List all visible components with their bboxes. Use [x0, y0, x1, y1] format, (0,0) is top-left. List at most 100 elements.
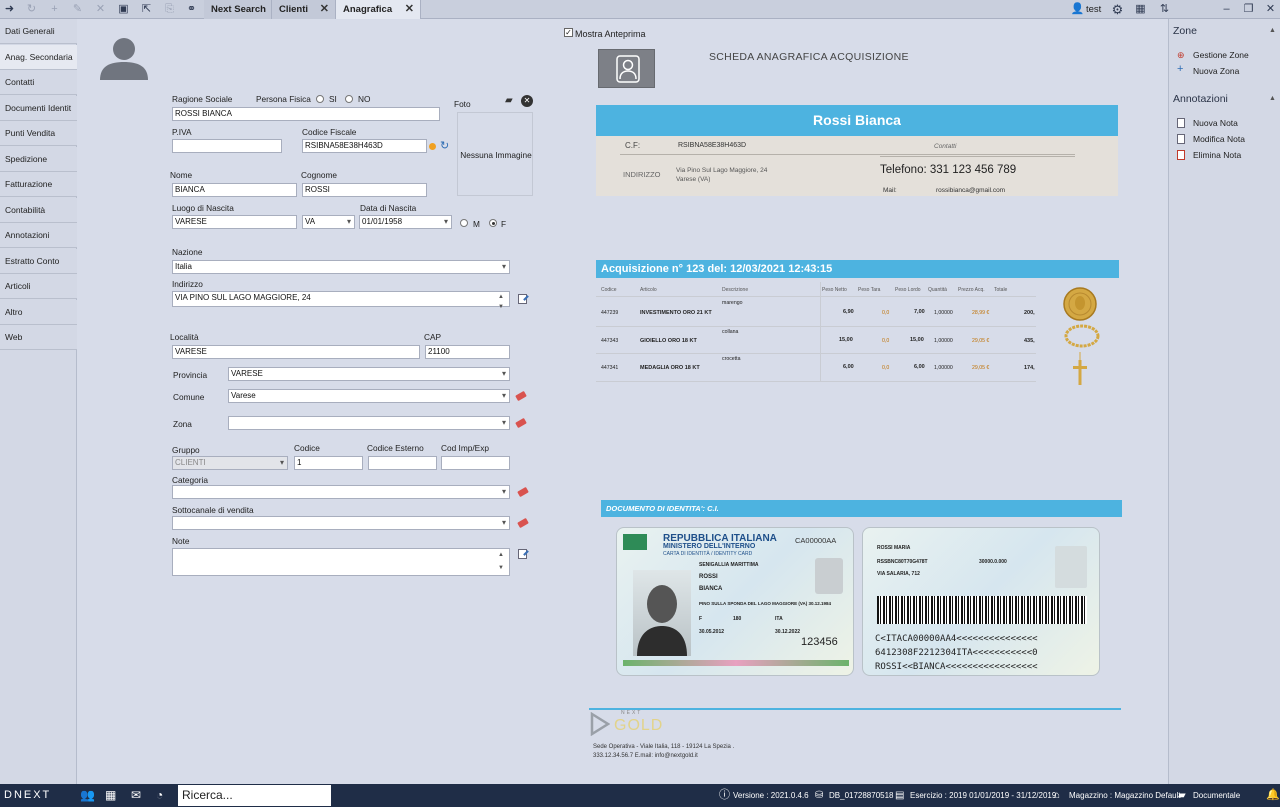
restore-icon[interactable]: ❐: [1241, 2, 1256, 17]
add-icon[interactable]: +: [47, 2, 62, 17]
mostra-anteprima-checkbox[interactable]: ✓: [564, 28, 573, 37]
nav-contatti[interactable]: Contatti: [0, 70, 77, 95]
user-icon[interactable]: 👤: [1070, 2, 1085, 17]
data-nascita-input[interactable]: 01/01/1958: [359, 215, 452, 229]
edit-note-icon[interactable]: [518, 549, 527, 559]
close-window-icon[interactable]: ✕: [1263, 2, 1278, 17]
radio-f[interactable]: [489, 219, 497, 227]
clear-photo-icon[interactable]: ✕: [521, 95, 533, 107]
nav-punti-vendita[interactable]: Punti Vendita: [0, 121, 77, 146]
gestione-zone-link[interactable]: Gestione Zone: [1193, 50, 1249, 60]
delete-icon[interactable]: ✕: [93, 2, 108, 17]
cognome-input[interactable]: ROSSI: [302, 183, 427, 197]
edit-address-icon[interactable]: [518, 294, 527, 304]
tab-anagrafica[interactable]: Anagrafica ✕: [336, 0, 421, 19]
documentale-text[interactable]: Documentale: [1193, 784, 1240, 807]
indirizzo-input[interactable]: VIA PINO SUL LAGO MAGGIORE, 24: [172, 291, 510, 307]
localita-input[interactable]: VARESE: [172, 345, 420, 359]
gear-icon[interactable]: ⚙: [1110, 2, 1125, 17]
nazione-select[interactable]: Italia: [172, 260, 510, 274]
minimize-icon[interactable]: –: [1219, 2, 1234, 17]
back-icon[interactable]: ➜: [2, 2, 17, 17]
esercizio-text[interactable]: Esercizio : 2019 01/01/2019 - 31/12/2019: [910, 784, 1056, 807]
bell-icon[interactable]: 🔔: [1266, 784, 1280, 807]
magazzino-text[interactable]: Magazzino : Magazzino Default: [1069, 784, 1181, 807]
card-cognome: ROSSI: [699, 574, 718, 580]
close-icon[interactable]: ✕: [405, 0, 414, 19]
codice-esterno-input[interactable]: [368, 456, 437, 470]
nuova-nota-link[interactable]: Nuova Nota: [1193, 118, 1238, 128]
link-icon[interactable]: ⚭: [184, 2, 199, 17]
users-icon[interactable]: 👥: [80, 784, 95, 807]
gruppo-select[interactable]: CLIENTI: [172, 456, 288, 470]
nav-contabilita[interactable]: Contabilità: [0, 198, 77, 223]
scroll-arrows-icon[interactable]: ▲ ▼: [498, 549, 504, 575]
luogo-nascita-input[interactable]: VARESE: [172, 215, 297, 229]
ragione-sociale-input[interactable]: ROSSI BIANCA: [172, 107, 440, 121]
provincia-nascita-select[interactable]: VA: [302, 215, 355, 229]
cf-input[interactable]: RSIBNA58E38H463D: [302, 139, 427, 153]
cod-imp-exp-input[interactable]: [441, 456, 510, 470]
zona-select[interactable]: [228, 416, 510, 430]
nav-articoli[interactable]: Articoli: [0, 274, 77, 299]
eraser-icon[interactable]: [517, 517, 529, 529]
eraser-icon[interactable]: [515, 390, 527, 402]
search-input[interactable]: Ricerca...: [178, 785, 331, 806]
eraser-icon[interactable]: [515, 417, 527, 429]
categoria-select[interactable]: [172, 485, 510, 499]
scroll-arrows-icon[interactable]: ▲ ▼: [498, 292, 504, 312]
modifica-nota-link[interactable]: Modifica Nota: [1193, 134, 1245, 144]
radio-m[interactable]: [460, 219, 468, 227]
photo-box[interactable]: Nessuna Immagine: [457, 112, 533, 196]
comune-label: Comune: [173, 392, 205, 402]
radio-si[interactable]: [316, 95, 324, 103]
col-header: Totale: [994, 287, 1008, 293]
nav-dati-generali[interactable]: Dati Generali: [0, 19, 77, 44]
edit-icon[interactable]: ✎: [70, 2, 85, 17]
comune-select[interactable]: Varese: [228, 389, 510, 403]
nav-annotazioni[interactable]: Annotazioni: [0, 223, 77, 248]
sottocanale-select[interactable]: [172, 516, 510, 530]
nav-spedizione[interactable]: Spedizione: [0, 147, 77, 172]
user-name[interactable]: test: [1086, 4, 1101, 15]
collapse-icon[interactable]: ▲: [1269, 27, 1276, 34]
folder-icon[interactable]: ▰: [505, 96, 513, 106]
radio-no[interactable]: [345, 95, 353, 103]
tab-clienti[interactable]: Clienti ✕: [272, 0, 336, 19]
nav-documenti-identita[interactable]: Documenti Identit: [0, 96, 77, 121]
save-exit-icon[interactable]: ⇱: [139, 2, 154, 17]
nav-web[interactable]: Web: [0, 325, 77, 350]
close-icon[interactable]: ✕: [320, 0, 329, 19]
nav-anag-secondaria[interactable]: Anag. Secondaria: [0, 45, 77, 70]
save-icon[interactable]: ▣: [116, 2, 131, 17]
elimina-nota-link[interactable]: Elimina Nota: [1193, 150, 1241, 160]
nome-input[interactable]: BIANCA: [172, 183, 297, 197]
export-icon[interactable]: ⎘: [162, 2, 177, 17]
avatar-icon: [100, 38, 148, 80]
note-textarea[interactable]: [172, 548, 510, 576]
footer-address: Sede Operativa - Viale Italia, 118 - 191…: [593, 744, 735, 750]
cf-check-icon[interactable]: [429, 143, 436, 150]
provincia-select[interactable]: VARESE: [228, 367, 510, 381]
sort-icon[interactable]: ⇅: [1157, 2, 1172, 17]
nav-estratto-conto[interactable]: Estratto Conto: [0, 249, 77, 274]
dashboard-icon[interactable]: ◔: [156, 784, 163, 807]
nav-altro[interactable]: Altro: [0, 300, 77, 325]
codice-input[interactable]: 1: [294, 456, 363, 470]
data-nascita-label: Data di Nascita: [360, 203, 417, 213]
mail-icon[interactable]: ✉: [131, 784, 141, 807]
eraser-icon[interactable]: [517, 486, 529, 498]
collapse-icon[interactable]: ▲: [1269, 95, 1276, 102]
tab-next-search[interactable]: Next Search: [204, 0, 272, 19]
cell-peso-netto: 6,00: [843, 364, 854, 370]
col-header: Quantità: [928, 287, 947, 293]
calendar-icon[interactable]: ▦: [105, 784, 116, 807]
nav-fatturazione[interactable]: Fatturazione: [0, 172, 77, 197]
refresh-icon[interactable]: ↻: [24, 2, 39, 17]
nuova-zona-link[interactable]: Nuova Zona: [1193, 66, 1239, 76]
piva-input[interactable]: [172, 139, 282, 153]
cf-calculate-icon[interactable]: ↻: [440, 141, 449, 152]
card-can: 123456: [801, 636, 838, 648]
cap-input[interactable]: 21100: [425, 345, 510, 359]
layout-icon[interactable]: ▦: [1133, 2, 1148, 17]
